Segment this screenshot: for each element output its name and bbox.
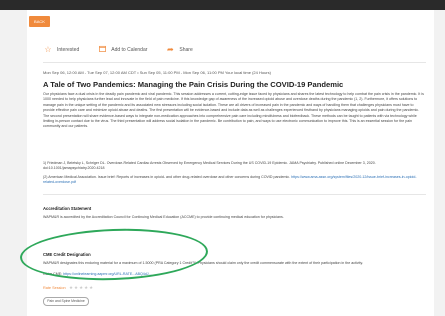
event-title: A Tale of Two Pandemics: Managing the Pa…	[43, 80, 344, 89]
topic-tag[interactable]: Pain and Spine Medicine	[43, 297, 89, 306]
accreditation-text: WAPM&R is accredited by the Accreditatio…	[43, 215, 284, 219]
cme-heading: CME Credit Designation	[43, 252, 91, 257]
star-icon: ☆	[44, 45, 52, 54]
divider	[43, 194, 426, 195]
reference-2: (2) American Medical Association. Issue …	[43, 175, 426, 186]
top-bar	[0, 0, 445, 10]
divider	[43, 62, 426, 63]
reference-1: 1) Friedman J, Beletsky L, Schriger DL. …	[43, 161, 376, 171]
share-icon: ➦	[167, 45, 174, 54]
share-button[interactable]: ➦ Share	[165, 45, 193, 55]
add-to-calendar-label: Add to Calendar	[111, 47, 148, 53]
interested-label: Interested	[57, 47, 80, 53]
cme-claim-link[interactable]: https://onlinelearning.aapmr.org/URL-RAT…	[63, 272, 151, 276]
cme-text: WAPM&R designates this enduring material…	[43, 261, 363, 265]
event-card: BACK ☆ Interested Add to Calendar ➦ Shar…	[27, 10, 434, 316]
event-dateline: Mon Sep 06, 12:00 AM - Tue Sep 07, 12:00…	[43, 70, 271, 75]
event-description: Our physicians face a dual crisis in the…	[43, 92, 424, 129]
interested-button[interactable]: ☆ Interested	[43, 45, 79, 55]
rate-session-label: Rate Session	[43, 286, 66, 290]
cme-claim-prefix: Claim CME:	[43, 272, 64, 276]
rating-stars[interactable]: ★★★★★	[69, 285, 94, 291]
share-label: Share	[179, 47, 193, 53]
cme-claim: Claim CME: https://onlinelearning.aapmr.…	[43, 272, 426, 277]
action-bar: ☆ Interested Add to Calendar ➦ Share	[43, 45, 211, 55]
add-to-calendar-button[interactable]: Add to Calendar	[97, 45, 147, 55]
reference-2-text: (2) American Medical Association. Issue …	[43, 175, 291, 179]
calendar-icon	[97, 45, 107, 55]
back-button[interactable]: BACK	[29, 16, 50, 27]
accreditation-heading: Accreditation Statement	[43, 206, 92, 211]
